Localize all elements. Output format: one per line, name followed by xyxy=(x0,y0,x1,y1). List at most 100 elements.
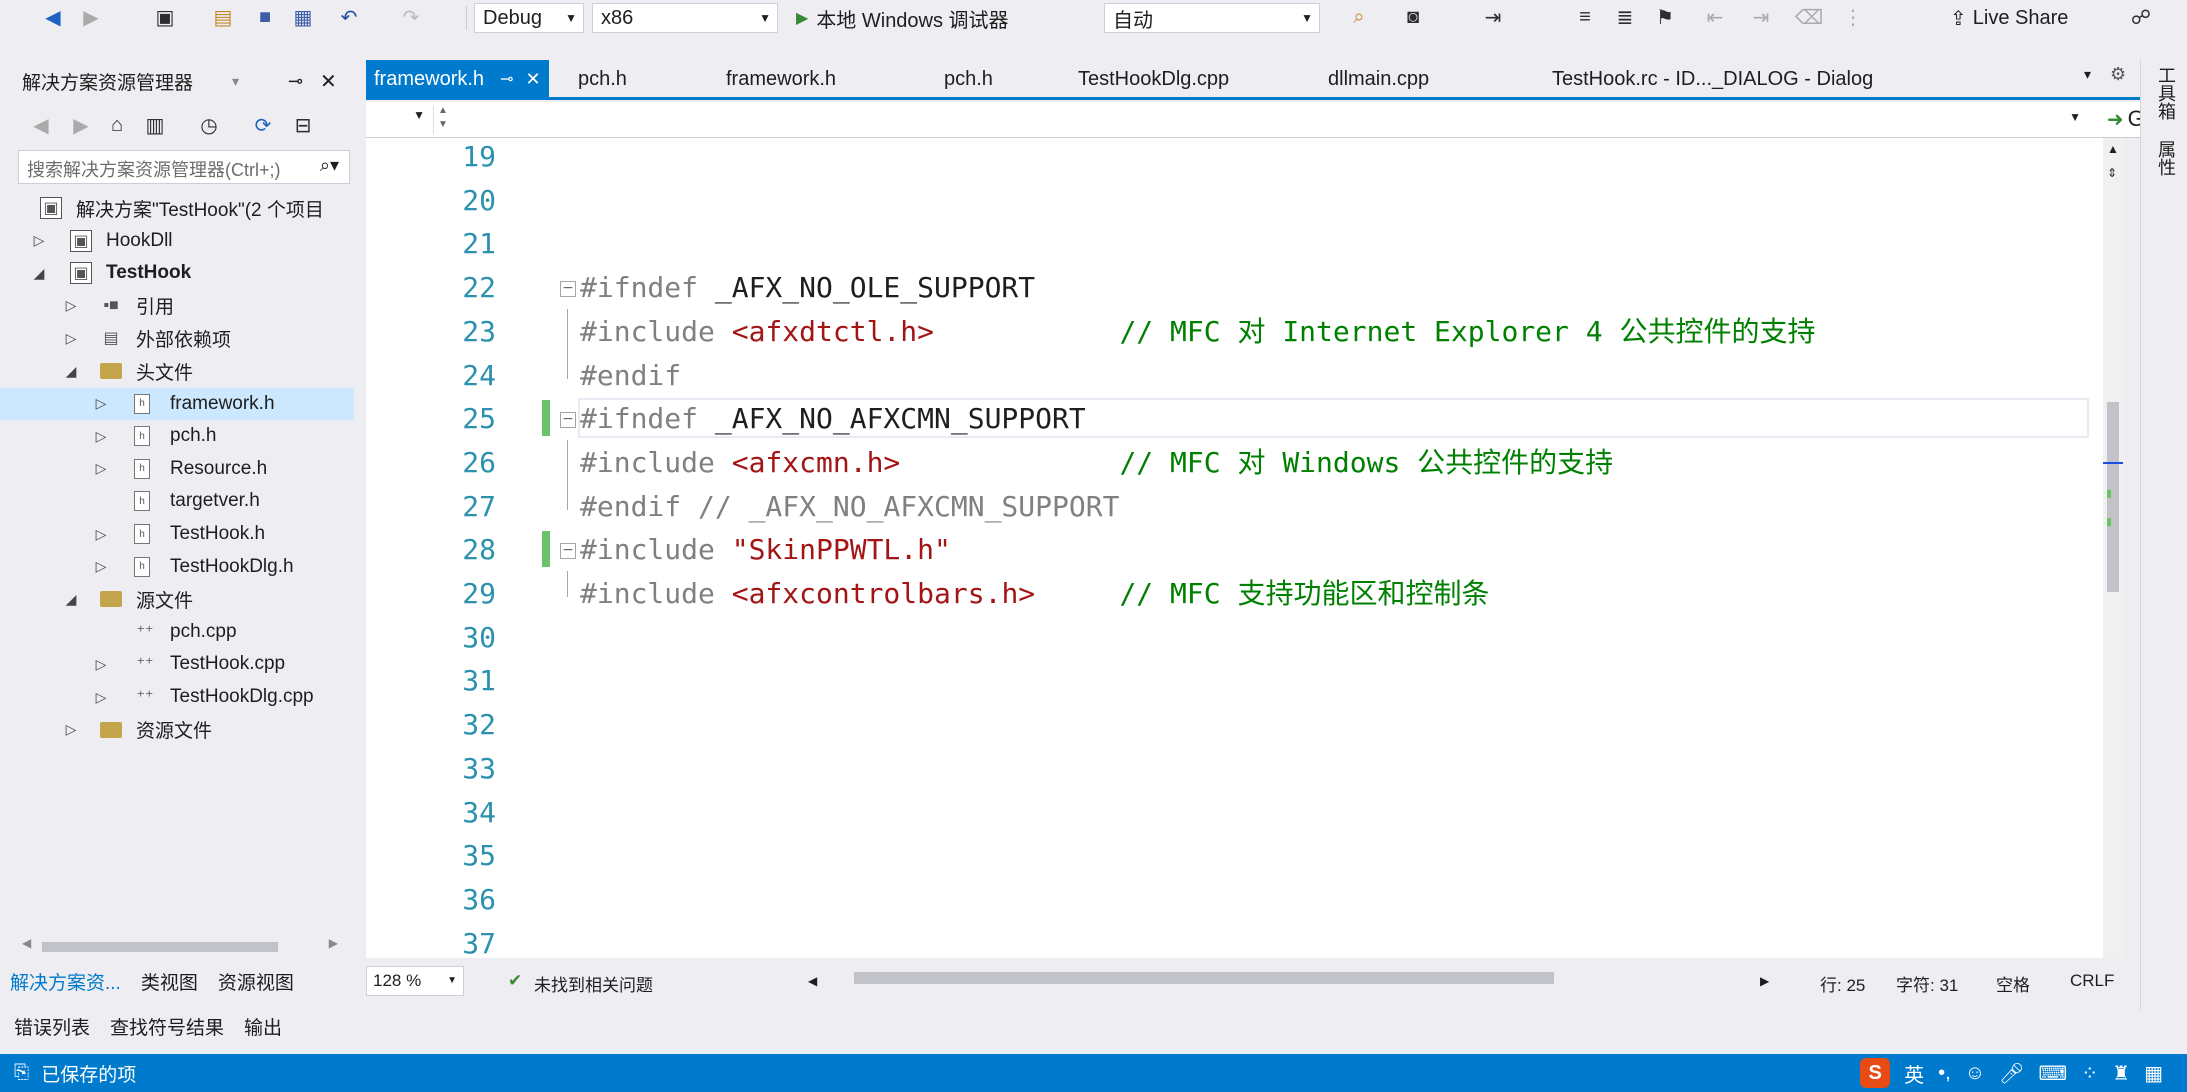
new-project-icon[interactable]: ▣ xyxy=(152,4,178,30)
redo-icon[interactable]: ↷ xyxy=(398,4,424,30)
document-tab[interactable]: TestHookDlg.cpp xyxy=(1078,60,1229,98)
window-position-icon[interactable]: ▾ xyxy=(232,73,239,90)
skin-icon[interactable]: ⁘ xyxy=(2081,1061,2098,1086)
tree-node[interactable]: ▷ ▪■ 引用 xyxy=(0,290,354,322)
solution-search-input[interactable]: 搜索解决方案资源管理器(Ctrl+;) ⌕▾ xyxy=(18,150,350,184)
tree-node[interactable]: ▷ h pch.h xyxy=(0,420,354,452)
tab-resource-view[interactable]: 资源视图 xyxy=(208,968,304,995)
live-share-button[interactable]: ⇪ Live Share xyxy=(1950,4,2068,32)
whitespace-indicator[interactable]: 空格 xyxy=(1996,971,2030,996)
comment-icon[interactable]: ≡ xyxy=(1572,4,1598,30)
tree-node[interactable]: ▷ h TestHook.h xyxy=(0,518,354,550)
code-line[interactable]: #include "SkinPPWTL.h" xyxy=(580,531,951,569)
open-file-icon[interactable]: ▤ xyxy=(210,4,236,30)
tree-node[interactable]: ▷ ▣ HookDll xyxy=(0,225,354,257)
tab-class-view[interactable]: 类视图 xyxy=(131,968,208,995)
document-tab[interactable]: dllmain.cpp xyxy=(1328,60,1429,98)
feedback-icon[interactable]: ☍ xyxy=(2128,4,2154,30)
char-indicator[interactable]: 字符: 31 xyxy=(1896,971,1958,996)
code-line[interactable]: #endif // _AFX_NO_AFXCMN_SUPPORT xyxy=(580,488,1119,526)
close-tab-icon[interactable]: ✕ xyxy=(525,69,540,90)
tab-solution-explorer[interactable]: 解决方案资... xyxy=(0,968,131,995)
code-line[interactable]: #endif xyxy=(580,357,681,395)
forward-icon[interactable]: ▶ xyxy=(68,112,94,138)
tab-list-dropdown-icon[interactable]: ▾ xyxy=(2084,66,2091,83)
tree-node[interactable]: ▷ h TestHookDlg.h xyxy=(0,551,354,583)
next-bookmark-icon[interactable]: ⇥ xyxy=(1748,4,1774,30)
expander-icon[interactable]: ▷ xyxy=(94,656,108,673)
tab-find-symbol-results[interactable]: 查找符号结果 xyxy=(110,1013,224,1040)
back-icon[interactable]: ◀ xyxy=(28,112,54,138)
document-tab[interactable]: pch.h xyxy=(578,60,627,98)
tree-node[interactable]: ⁺⁺ pch.cpp xyxy=(0,616,354,648)
code-editor[interactable]: 19 20 21 22 23 24 25 26 27 28 29 30 31 32 33 34 35 36 37 −… xyxy=(366,138,2103,958)
expander-icon[interactable]: ▷ xyxy=(94,558,108,575)
platform-select[interactable]: x86 ▼ xyxy=(592,3,778,33)
settings-gear-icon[interactable]: ⚙ xyxy=(2110,64,2126,85)
expander-icon[interactable]: ▷ xyxy=(64,297,78,314)
expander-icon[interactable]: ◢ xyxy=(64,363,78,380)
tree-node[interactable]: ◢ 源文件 xyxy=(0,583,354,615)
run-mode-select[interactable]: 自动 ▼ xyxy=(1104,3,1320,33)
tree-node[interactable]: ▷ h framework.h xyxy=(0,387,354,420)
tab-error-list[interactable]: 错误列表 xyxy=(14,1013,90,1040)
back-icon[interactable]: ◀ xyxy=(40,4,66,30)
document-tab[interactable]: TestHook.rc - ID..._DIALOG - Dialog xyxy=(1552,60,1873,98)
camera-icon[interactable]: ◙ xyxy=(1400,4,1426,30)
sogou-logo-icon[interactable]: S xyxy=(1860,1058,1891,1088)
tab-output[interactable]: 输出 xyxy=(244,1013,282,1040)
keyboard-icon[interactable]: ⌨ xyxy=(2039,1061,2068,1086)
pin-icon[interactable]: ⊸ xyxy=(288,71,303,92)
switch-views-icon[interactable]: ▥ xyxy=(142,112,168,138)
ime-language[interactable]: 英 xyxy=(1904,1059,1924,1088)
step-icon[interactable]: ⇥ xyxy=(1480,4,1506,30)
expander-icon[interactable]: ▷ xyxy=(94,689,108,706)
zoom-select[interactable]: 128 % ▼ xyxy=(366,966,464,996)
forward-icon[interactable]: ▶ xyxy=(78,4,104,30)
line-indicator[interactable]: 行: 25 xyxy=(1820,971,1865,996)
expander-icon[interactable]: ◢ xyxy=(32,265,46,282)
refresh-icon[interactable]: ⟳ xyxy=(250,112,276,138)
expander-icon[interactable]: ▷ xyxy=(94,526,108,543)
start-debug-button[interactable]: ▶ 本地 Windows 调试器 xyxy=(796,4,1009,32)
undo-icon[interactable]: ↶ xyxy=(336,4,362,30)
expander-icon[interactable]: ▷ xyxy=(64,330,78,347)
collapse-region-icon[interactable]: − xyxy=(560,412,576,429)
expander-icon[interactable]: ▷ xyxy=(32,232,46,249)
properties-tab[interactable]: 属性 xyxy=(2149,140,2179,176)
expander-icon[interactable]: ▷ xyxy=(94,428,108,445)
expander-icon[interactable]: ▷ xyxy=(64,721,78,738)
close-icon[interactable]: ✕ xyxy=(320,69,337,94)
prev-bookmark-icon[interactable]: ⇤ xyxy=(1702,4,1728,30)
home-icon[interactable]: ⌂ xyxy=(104,112,130,138)
scroll-left-icon[interactable]: ◀ xyxy=(808,974,817,988)
save-all-icon[interactable]: ▦ xyxy=(290,4,316,30)
configuration-select[interactable]: Debug ▼ xyxy=(474,3,584,33)
expander-icon[interactable]: ▷ xyxy=(94,395,108,412)
tree-node[interactable]: h targetver.h xyxy=(0,485,354,517)
tree-node[interactable]: ▷ ▤ 外部依赖项 xyxy=(0,322,354,354)
toolbox-tab[interactable]: 工具箱 xyxy=(2149,66,2179,120)
grid-icon[interactable]: ▦ xyxy=(2144,1061,2163,1086)
tree-node[interactable]: ▷ h Resource.h xyxy=(0,453,354,485)
tree-node[interactable]: ▷ ⁺⁺ TestHook.cpp xyxy=(0,648,354,680)
tree-node[interactable]: ▣ 解决方案"TestHook"(2 个项目 xyxy=(0,192,354,224)
more-icon[interactable]: ⋮ xyxy=(1840,4,1866,30)
collapse-region-icon[interactable]: − xyxy=(560,543,576,560)
code-line[interactable]: #ifndef _AFX_NO_OLE_SUPPORT xyxy=(580,269,1035,307)
pin-tab-icon[interactable]: ⊸ xyxy=(500,69,513,89)
tree-horizontal-scrollbar[interactable]: ◀ ▶ xyxy=(18,936,338,954)
document-tab[interactable]: framework.h ⊸ ✕ xyxy=(366,60,549,98)
document-tab[interactable]: framework.h xyxy=(726,60,836,98)
uncomment-icon[interactable]: ≣ xyxy=(1612,4,1638,30)
expander-icon[interactable]: ▷ xyxy=(94,460,108,477)
collapse-all-icon[interactable]: ⊟ xyxy=(290,112,316,138)
editor-horizontal-scrollbar[interactable] xyxy=(824,968,1824,988)
clear-bookmarks-icon[interactable]: ⌫ xyxy=(1795,4,1823,30)
save-icon[interactable]: ■ xyxy=(252,4,278,30)
code-line[interactable]: #include <afxcmn.h> // MFC 对 Windows 公共控… xyxy=(580,444,1613,482)
scroll-right-icon[interactable]: ▶ xyxy=(1760,974,1769,988)
find-icon[interactable]: ⌕ xyxy=(1346,4,1372,30)
member-dropdown-arrow[interactable]: ▼ xyxy=(2069,110,2081,124)
scope-dropdown[interactable]: ▼ xyxy=(366,106,434,134)
